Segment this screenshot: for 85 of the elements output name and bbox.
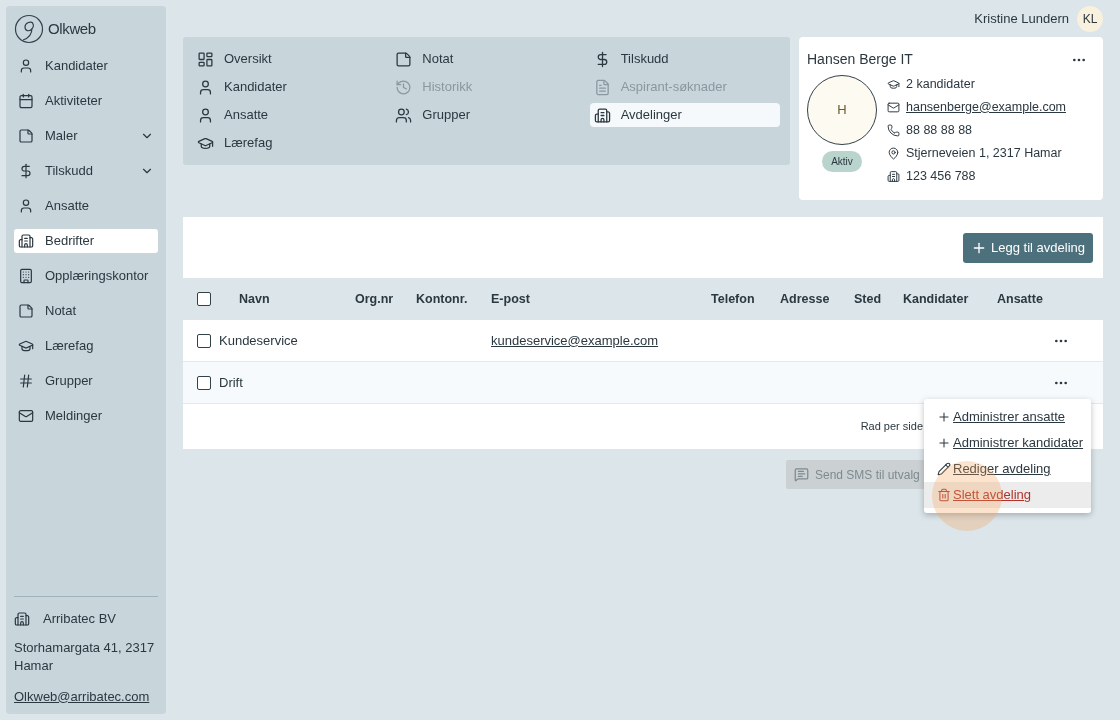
rows-per-page-label: Rad per side — [860, 419, 923, 435]
menu-item[interactable]: Administrer ansatte — [924, 404, 1091, 430]
sidebar-item[interactable]: Kandidater — [14, 54, 158, 78]
company-address: Storhamargata 41, 2317 Hamar — [14, 638, 156, 675]
company-avatar: H — [807, 75, 877, 145]
menu-item[interactable]: Administrer kandidater — [924, 430, 1091, 456]
add-department-button[interactable]: Legg til avdeling — [963, 232, 1093, 263]
plus-icon — [937, 410, 951, 424]
logo-icon — [14, 14, 44, 44]
nav-tab[interactable]: Lærefag — [193, 131, 384, 155]
brand-name: Olkweb — [48, 18, 96, 39]
checkbox[interactable] — [197, 375, 211, 390]
nav-tab[interactable]: Ansatte — [193, 103, 384, 127]
note-icon — [395, 50, 413, 68]
company-name: Arribatec BV — [43, 610, 116, 628]
email-link[interactable]: kundeservice@example.com — [491, 332, 659, 348]
column-header: Telefon — [711, 290, 756, 308]
graduation-cap-icon — [18, 338, 34, 354]
column-header: Adresse — [780, 290, 831, 308]
table-cell-text: Drift — [219, 373, 243, 392]
sidebar-item[interactable]: Grupper — [14, 369, 158, 393]
column-header: Ansatte — [997, 290, 1044, 308]
note-icon — [18, 303, 34, 319]
note-icon — [18, 128, 34, 144]
user-avatar[interactable]: KL — [1077, 5, 1103, 32]
trash-icon — [937, 488, 951, 502]
column-header: Sted — [854, 290, 883, 308]
column-header: Kontonr. — [416, 290, 469, 308]
phone-number: 88 88 88 88 — [906, 121, 973, 139]
envelope-icon — [887, 100, 900, 114]
sidebar-item[interactable]: Notat — [14, 299, 158, 323]
column-header: Org.nr — [355, 290, 395, 308]
nav-tab[interactable]: Avdelinger — [589, 103, 780, 127]
sidebar-item[interactable]: Tilskudd — [14, 159, 158, 183]
nav-tab[interactable]: Grupper — [391, 103, 582, 127]
message-icon — [794, 467, 809, 482]
org-number: 123 456 788 — [906, 167, 976, 185]
table-cell-text: Kundeservice — [219, 331, 298, 350]
email-link[interactable]: hansenberge@example.com — [906, 97, 1066, 117]
person-icon — [18, 58, 34, 74]
building-icon — [887, 169, 900, 183]
column-header: Kandidater — [903, 290, 970, 308]
candidate-count: 2 kandidater — [906, 75, 975, 93]
sidebar-item[interactable]: Opplæringskontor — [14, 264, 158, 288]
map-pin-icon — [887, 146, 900, 160]
hash-icon — [18, 373, 34, 389]
sidebar-item[interactable]: Bedrifter — [14, 229, 158, 253]
person-icon — [197, 78, 214, 96]
company-title: Hansen Berge IT — [807, 50, 913, 69]
pencil-icon — [937, 462, 951, 476]
column-header: E-post — [491, 290, 531, 308]
building-icon — [18, 268, 34, 284]
building-icon — [14, 610, 30, 627]
plus-icon — [937, 436, 951, 450]
checkbox[interactable] — [197, 333, 211, 348]
nav-tab[interactable]: Kandidater — [193, 75, 384, 99]
dollar-icon — [18, 163, 34, 179]
phone-icon — [887, 123, 900, 137]
sidebar-item[interactable]: Lærefag — [14, 334, 158, 358]
email-link[interactable]: Olkweb@arribatec.com — [14, 686, 150, 706]
sidebar-item[interactable]: Meldinger — [14, 404, 158, 428]
building-icon — [18, 233, 34, 249]
address: Stjerneveien 1, 2317 Hamar — [906, 144, 1062, 162]
person-icon — [18, 198, 34, 214]
status-badge: Aktiv — [822, 151, 862, 172]
sidebar-item[interactable]: Aktiviteter — [14, 89, 158, 113]
table-row[interactable]: Drift — [183, 362, 1103, 404]
calendar-icon — [18, 93, 34, 109]
menu-item[interactable]: Slett avdeling — [924, 482, 1091, 508]
history-icon — [395, 78, 413, 96]
sidebar-item[interactable]: Ansatte — [14, 194, 158, 218]
checkbox[interactable] — [197, 292, 211, 306]
nav-tab[interactable]: Tilskudd — [589, 47, 780, 71]
dashboard-icon — [197, 50, 214, 68]
building-icon — [593, 106, 611, 124]
nav-tab[interactable]: Notat — [391, 47, 582, 71]
people-icon — [395, 106, 413, 124]
graduation-cap-icon — [887, 77, 900, 91]
column-header: Navn — [239, 290, 271, 308]
nav-tab[interactable]: Oversikt — [193, 47, 384, 71]
document-icon — [593, 78, 611, 96]
envelope-icon — [18, 408, 34, 424]
person-icon — [197, 106, 214, 124]
sidebar-item[interactable]: Maler — [14, 124, 158, 148]
user-name: Kristine Lundern — [974, 9, 1069, 28]
